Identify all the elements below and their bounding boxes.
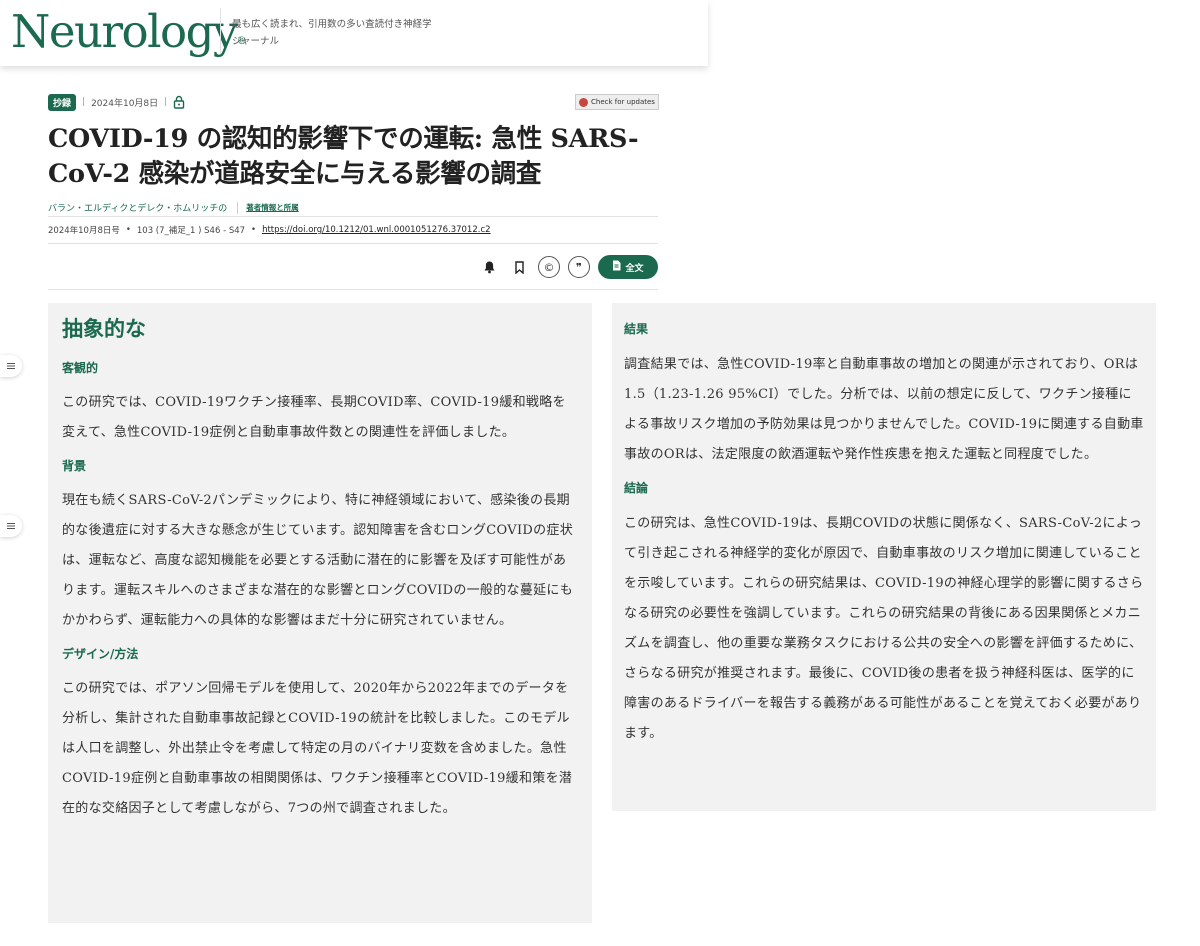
logo-text: Neurology: [11, 5, 238, 58]
document-icon: [612, 260, 621, 274]
abstract-heading: 抽象的な: [62, 316, 146, 341]
design-text: この研究では、ポアソン回帰モデルを使用して、2020年から2022年までのデータ…: [62, 681, 573, 816]
crossmark-icon: [579, 97, 589, 107]
conclusion-heading: 結論: [624, 481, 649, 495]
meta-separator: |: [82, 97, 86, 107]
side-menu-toggle[interactable]: [0, 355, 22, 377]
bullet: •: [251, 225, 257, 235]
issue-date[interactable]: 2024年10月8日号: [48, 224, 120, 236]
list-icon: [7, 523, 15, 529]
objective-text: この研究では、COVID-19ワクチン接種率、長期COVID率、COVID-19…: [62, 395, 566, 440]
copyright-icon[interactable]: ©: [538, 256, 560, 278]
affiliations-link[interactable]: 著者情報と所属: [246, 202, 299, 213]
header-divider: [220, 8, 221, 54]
divider: [48, 243, 658, 244]
full-text-label: 全文: [625, 263, 644, 274]
authors-divider: [237, 201, 239, 214]
article-tools: © ❞ 全文: [478, 255, 658, 279]
bookmark-icon[interactable]: [508, 256, 530, 278]
side-menu-toggle[interactable]: [0, 515, 22, 537]
divider: [48, 216, 658, 217]
abstract-panel-right: 結果 調査結果では、急性COVID-19率と自動車事故の増加との関連が示されてお…: [612, 303, 1156, 811]
background-heading: 背景: [62, 459, 87, 473]
conclusion-text: この研究は、急性COVID-19は、長期COVIDの状態に関係なく、SARS-C…: [624, 516, 1144, 741]
publish-date: 2024年10月8日: [91, 98, 159, 109]
author-list[interactable]: バラン・エルディクとデレク・ホムリッチの: [48, 201, 227, 214]
article-meta-row: 抄録 | 2024年10月8日 |: [48, 93, 185, 111]
publication-info-row: 2024年10月8日号 • 103 (7_補足_1 ) S46 - S47 • …: [48, 224, 491, 236]
meta-separator: |: [164, 97, 168, 107]
article-title: COVID-19 の認知的影響下での運転: 急性 SARS-CoV-2 感染が道…: [48, 124, 639, 189]
volume-pages: 103 (7_補足_1 ) S46 - S47: [136, 226, 246, 236]
results-text: 調査結果では、急性COVID-19率と自動車事故の増加との関連が示されており、O…: [624, 357, 1144, 462]
divider: [48, 289, 658, 290]
check-for-updates-button[interactable]: Check for updates: [575, 94, 659, 110]
authors-row: バラン・エルディクとデレク・ホムリッチの 著者情報と所属: [48, 201, 299, 214]
objective-heading: 客観的: [62, 361, 99, 375]
journal-tagline: 最も広く読まれ、引用数の多い査読付き神経学ジャーナル: [232, 19, 432, 47]
list-icon: [7, 363, 15, 369]
lock-icon: [173, 95, 185, 109]
check-updates-label: Check for updates: [591, 98, 655, 106]
full-text-button[interactable]: 全文: [598, 255, 658, 279]
quote-icon[interactable]: ❞: [568, 256, 590, 278]
neurology-logo[interactable]: Neurology®: [11, 5, 247, 59]
site-header: Neurology® 最も広く読まれ、引用数の多い査読付き神経学ジャーナル: [0, 0, 708, 66]
results-heading: 結果: [624, 322, 649, 336]
bullet: •: [125, 225, 131, 235]
doi-link[interactable]: https://doi.org/10.1212/01.wnl.000105127…: [262, 225, 490, 235]
bell-icon[interactable]: [478, 256, 500, 278]
design-heading: デザイン/方法: [62, 647, 139, 661]
article-type-badge: 抄録: [48, 93, 77, 111]
background-text: 現在も続くSARS-CoV-2パンデミックにより、特に神経領域において、感染後の…: [62, 493, 574, 628]
abstract-panel-left: 抽象的な 客観的 この研究では、COVID-19ワクチン接種率、長期COVID率…: [48, 303, 592, 923]
